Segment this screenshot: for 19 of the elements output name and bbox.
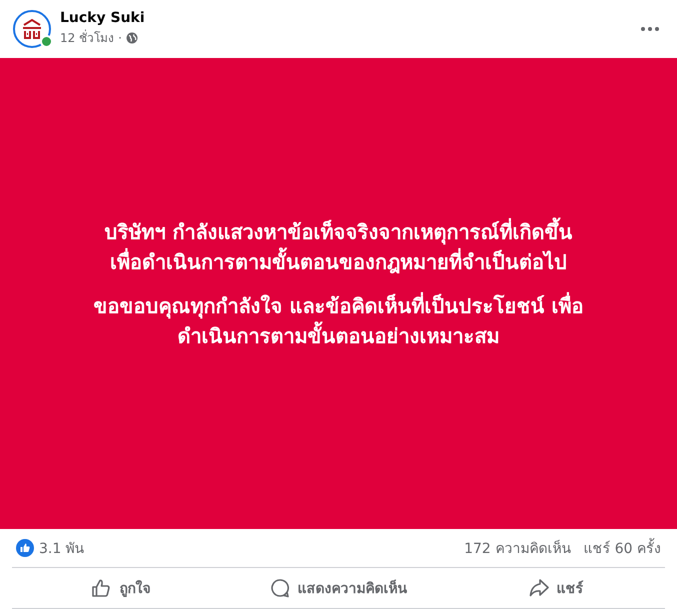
comment-button[interactable]: แสดงความคิดเห็น: [230, 568, 448, 608]
author-name[interactable]: Lucky Suki: [60, 10, 627, 26]
share-count[interactable]: แชร์ 60 ครั้ง: [583, 537, 661, 560]
share-button[interactable]: แชร์: [447, 568, 666, 608]
thumbs-up-icon: [91, 578, 112, 598]
like-reaction-icon[interactable]: [16, 539, 34, 558]
like-button[interactable]: ถูกใจ: [12, 568, 230, 608]
post-time[interactable]: 12 ชั่วโมง: [60, 28, 114, 48]
image-text-line: บริษัทฯ กำลังแสวงหาข้อเท็จจริงจากเหตุการณ์ที่เกิดขึ้น: [104, 216, 572, 247]
comment-count[interactable]: 172 ความคิดเห็น: [464, 537, 572, 560]
image-text-line: เพื่อดำเนินการตามขั้นตอนของกฎหมายที่จำเป็นต่อไป: [110, 246, 567, 276]
logo-icon[interactable]: [12, 8, 52, 49]
share-arrow-icon: [528, 578, 549, 598]
separator-dot: ·: [118, 30, 122, 45]
image-text-line: ดำเนินการตามขั้นตอนอย่างเหมาะสม: [178, 320, 500, 350]
reaction-count[interactable]: 3.1 พัน: [39, 537, 85, 560]
globe-icon: [126, 32, 138, 44]
image-text-line: ขอขอบคุณทุกกำลังใจ และข้อคิดเห็นที่เป็นประโยชน์ เพื่อ: [94, 291, 584, 321]
speech-bubble-icon: [270, 578, 290, 598]
